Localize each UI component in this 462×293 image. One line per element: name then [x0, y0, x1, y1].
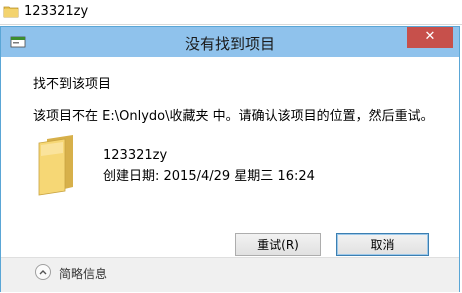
- folder-icon: [3, 6, 19, 18]
- collapse-details-button[interactable]: [35, 264, 51, 280]
- explorer-window-strip: 123321zy: [0, 0, 462, 25]
- window-title: 123321zy: [24, 4, 89, 19]
- close-icon: ✕: [424, 29, 436, 44]
- close-button[interactable]: ✕: [407, 27, 453, 48]
- item-name: 123321zy: [103, 148, 168, 163]
- dialog-titlebar[interactable]: 没有找到项目 ✕: [1, 27, 459, 57]
- cancel-button[interactable]: 取消: [336, 233, 429, 256]
- dialog-footer: 简略信息: [1, 257, 459, 292]
- error-heading: 找不到该项目: [33, 77, 112, 92]
- item-created-date: 创建日期: 2015/4/29 星期三 16:24: [103, 169, 315, 184]
- dialog-title: 没有找到项目: [184, 35, 275, 53]
- chevron-up-icon: [39, 270, 47, 275]
- dialog-content: 找不到该项目 该项目不在 E:\Onlydo\收藏夹 中。请确认该项目的位置，然…: [1, 57, 459, 257]
- details-toggle-label[interactable]: 简略信息: [59, 265, 107, 282]
- error-message: 该项目不在 E:\Onlydo\收藏夹 中。请确认该项目的位置，然后重试。: [33, 109, 434, 124]
- retry-button[interactable]: 重试(R): [235, 233, 321, 256]
- folder-icon: [38, 135, 73, 196]
- not-found-dialog: 没有找到项目 ✕ 找不到该项目 该项目不在 E:\Onlydo\收藏夹 中。请确…: [0, 26, 460, 292]
